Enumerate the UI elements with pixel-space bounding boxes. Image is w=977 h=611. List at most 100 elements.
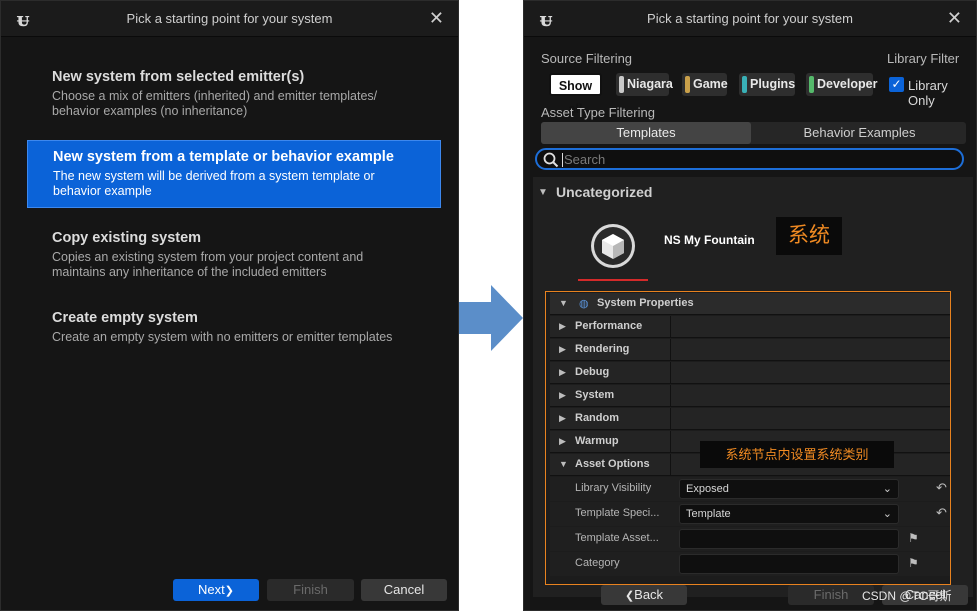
chip-label: Game — [693, 77, 728, 91]
expand-triangle-icon: ▼ — [559, 459, 568, 469]
column-divider — [670, 408, 671, 430]
collapse-triangle-icon: ▶ — [559, 367, 566, 377]
next-button[interactable]: Next❯ — [173, 579, 259, 601]
system-asset-icon — [578, 224, 648, 281]
property-label: Template Speci... — [575, 507, 660, 519]
chip-developer[interactable]: Developer — [806, 73, 877, 96]
collapse-triangle-icon[interactable]: ▼ — [538, 187, 548, 198]
chevron-down-icon: ⌄ — [882, 508, 892, 520]
column-divider — [670, 362, 671, 384]
collapse-triangle-icon: ▶ — [559, 436, 566, 446]
finish-button[interactable]: Finish — [267, 579, 354, 601]
chip-color-bar — [809, 76, 814, 93]
section-system-properties[interactable]: ▼ ◍ System Properties — [550, 293, 950, 315]
chip-color-bar — [619, 76, 624, 93]
property-label: Category — [575, 557, 620, 569]
category-header[interactable]: Uncategorized — [556, 184, 652, 200]
option-create-empty[interactable]: Create empty system Create an empty syst… — [27, 302, 441, 353]
chip-show-all[interactable]: Show all — [549, 73, 602, 116]
close-icon[interactable]: ✕ — [947, 8, 962, 28]
tab-templates[interactable]: Templates — [541, 122, 751, 144]
source-filtering-label: Source Filtering — [541, 51, 633, 66]
system-properties-panel: ▼ ◍ System Properties ▶ Performance ▶ Rend… — [545, 291, 951, 585]
group-random[interactable]: ▶ Random — [550, 408, 950, 430]
option-title: Create empty system — [52, 310, 198, 326]
collapse-triangle-icon: ▶ — [559, 344, 566, 354]
property-label: Template Asset... — [575, 532, 659, 544]
annotation-system-label: 系统 — [776, 217, 842, 255]
option-from-emitters[interactable]: New system from selected emitter(s) Choo… — [27, 61, 441, 127]
title-bar: ᵾ Pick a starting point for your system … — [524, 1, 976, 37]
chevron-down-icon: ⌄ — [882, 483, 892, 495]
asset-type-tabs: Templates Behavior Examples — [541, 122, 966, 144]
group-performance[interactable]: ▶ Performance — [550, 316, 950, 338]
chip-color-bar — [742, 76, 747, 93]
chip-niagara[interactable]: Niagara — [616, 73, 673, 96]
option-title: Copy existing system — [52, 230, 202, 246]
group-label: System — [575, 389, 615, 401]
title-bar: ᵾ Pick a starting point for your system … — [1, 1, 458, 37]
section-label: System Properties — [597, 297, 694, 309]
column-divider — [670, 431, 671, 453]
flag-icon[interactable]: ⚑ — [908, 531, 919, 545]
option-from-template[interactable]: New system from a template or behavior e… — [27, 140, 441, 208]
row-template-asset: Template Asset... ⚑ — [550, 527, 950, 551]
csdn-watermark: CSDN @TC哥斯 — [862, 589, 952, 603]
dialog-title: Pick a starting point for your system — [126, 11, 333, 26]
cancel-button[interactable]: Cancel — [361, 579, 447, 601]
option-description: Create an empty system with no emitters … — [52, 330, 393, 344]
left-dialog: ᵾ Pick a starting point for your system … — [0, 0, 459, 611]
tab-behavior-examples[interactable]: Behavior Examples — [753, 122, 966, 144]
group-debug[interactable]: ▶ Debug — [550, 362, 950, 384]
close-icon[interactable]: ✕ — [429, 8, 444, 28]
option-description: Choose a mix of emitters (inherited) and… — [52, 89, 378, 118]
library-only-checkbox[interactable]: ✓ — [889, 77, 904, 92]
group-label: Debug — [575, 366, 610, 378]
template-specification-dropdown[interactable]: Template ⌄ — [679, 504, 899, 524]
library-visibility-dropdown[interactable]: Exposed ⌄ — [679, 479, 899, 499]
reset-arrow-icon[interactable]: ↶ — [936, 480, 947, 496]
group-label: Asset Options — [575, 458, 650, 470]
chevron-left-icon: ❮ — [624, 590, 635, 602]
dropdown-value: Template — [686, 508, 731, 520]
next-label: Next — [198, 582, 225, 597]
search-input[interactable]: Search — [535, 148, 964, 170]
chip-color-bar — [685, 76, 690, 93]
option-description: Copies an existing system from your proj… — [52, 250, 364, 279]
option-title: New system from a template or behavior e… — [53, 149, 394, 165]
asset-tile[interactable] — [578, 217, 648, 283]
right-dialog: ᵾ Pick a starting point for your system … — [523, 0, 977, 611]
group-rendering[interactable]: ▶ Rendering — [550, 339, 950, 361]
globe-icon: ◍ — [579, 298, 589, 310]
asset-type-filtering-label: Asset Type Filtering — [541, 105, 655, 120]
back-button[interactable]: ❮Back — [601, 585, 687, 605]
search-placeholder: Search — [564, 152, 606, 167]
dropdown-value: Exposed — [686, 483, 729, 495]
option-description: The new system will be derived from a sy… — [53, 169, 375, 198]
text-cursor — [562, 153, 563, 167]
option-title: New system from selected emitter(s) — [52, 69, 305, 85]
group-label: Rendering — [575, 343, 630, 355]
row-category: Category ⚑ — [550, 552, 950, 576]
group-system[interactable]: ▶ System — [550, 385, 950, 407]
chip-label: Developer — [817, 77, 878, 91]
asset-name: NS My Fountain — [664, 233, 755, 247]
chip-plugins[interactable]: Plugins — [739, 73, 795, 96]
template-asset-field[interactable] — [679, 529, 899, 549]
column-divider — [670, 454, 671, 476]
option-copy-existing[interactable]: Copy existing system Copies an existing … — [27, 222, 441, 288]
collapse-triangle-icon: ▶ — [559, 321, 566, 331]
group-label: Warmup — [575, 435, 619, 447]
property-label: Library Visibility — [575, 482, 652, 494]
column-divider — [670, 385, 671, 407]
flag-icon[interactable]: ⚑ — [908, 556, 919, 570]
library-filter-label: Library Filter — [887, 51, 960, 66]
reset-arrow-icon[interactable]: ↶ — [936, 505, 947, 521]
row-template-specification: Template Speci... Template ⌄ ↶ — [550, 502, 950, 526]
group-label: Random — [575, 412, 619, 424]
category-field[interactable] — [679, 554, 899, 574]
chip-label: Niagara — [627, 77, 673, 91]
dialog-title: Pick a starting point for your system — [647, 11, 853, 26]
chip-game[interactable]: Game — [682, 73, 728, 96]
transition-arrow-icon — [459, 285, 523, 351]
